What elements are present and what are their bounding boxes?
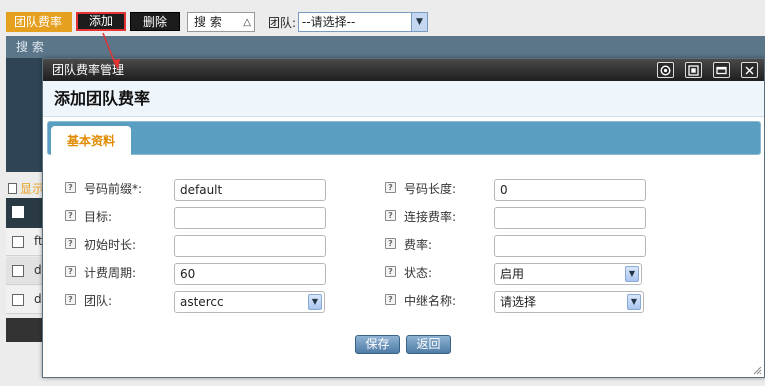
save-button[interactable]: 保存	[355, 335, 400, 354]
team-label: 团队:	[84, 294, 113, 308]
delete-button[interactable]: 删除	[130, 12, 180, 31]
tab-strip: 基本资料	[47, 121, 761, 157]
resize-grip-icon[interactable]	[753, 366, 762, 375]
team-select-value: astercc	[180, 295, 224, 309]
chevron-down-icon[interactable]: ▼	[627, 294, 641, 310]
help-icon[interactable]: ?	[385, 182, 396, 193]
dialog-title: 团队费率管理	[52, 63, 125, 77]
team-filter-value: --请选择--	[302, 15, 356, 29]
add-team-rate-dialog: 团队费率管理 添加团队费率 基本资料 ? 号码前缀*: default ? 号码…	[42, 58, 765, 378]
list-display-link[interactable]: 显示	[8, 180, 44, 197]
close-icon[interactable]	[741, 62, 758, 78]
dialog-titlebar[interactable]: 团队费率管理	[43, 59, 764, 81]
help-icon[interactable]: ?	[65, 182, 76, 193]
page-title: 团队费率	[6, 12, 72, 32]
help-icon[interactable]: ?	[65, 266, 76, 277]
billing-period-input[interactable]: 60	[174, 263, 326, 285]
window-controls	[657, 62, 758, 78]
row-cell: d	[34, 263, 42, 277]
status-select-value: 启用	[500, 267, 525, 281]
row-checkbox[interactable]	[12, 265, 24, 277]
trunk-name-label: 中继名称:	[404, 294, 457, 308]
team-select[interactable]: astercc ▼	[174, 291, 325, 313]
help-icon[interactable]: ?	[65, 294, 76, 305]
settings-icon[interactable]	[657, 62, 674, 78]
search-panel-title: 搜 索	[6, 36, 765, 58]
length-input[interactable]: 0	[494, 179, 646, 201]
select-all-checkbox[interactable]	[12, 206, 24, 218]
chevron-down-icon[interactable]: ▼	[411, 13, 427, 31]
tab-basic-info[interactable]: 基本资料	[51, 126, 131, 157]
back-button[interactable]: 返回	[406, 335, 451, 354]
status-select[interactable]: 启用 ▼	[494, 263, 642, 285]
row-cell: d	[34, 292, 42, 306]
chevron-down-icon[interactable]: ▼	[308, 294, 322, 310]
help-icon[interactable]: ?	[65, 238, 76, 249]
connect-rate-label: 连接费率:	[404, 210, 457, 224]
billing-period-label: 计费周期:	[84, 266, 137, 280]
maximize-icon[interactable]	[685, 62, 702, 78]
row-checkbox[interactable]	[12, 236, 24, 248]
restore-icon[interactable]	[713, 62, 730, 78]
chevron-down-icon[interactable]: ▼	[625, 266, 639, 282]
length-label: 号码长度:	[404, 182, 457, 196]
chevron-up-icon: △	[243, 17, 251, 28]
connect-rate-input[interactable]	[494, 207, 646, 229]
help-icon[interactable]: ?	[385, 210, 396, 221]
rate-input[interactable]	[494, 235, 646, 257]
target-input[interactable]	[174, 207, 326, 229]
help-icon[interactable]: ?	[385, 266, 396, 277]
row-checkbox[interactable]	[12, 294, 24, 306]
status-label: 状态:	[404, 266, 433, 280]
help-icon[interactable]: ?	[385, 294, 396, 305]
search-toggle[interactable]: 搜 索 △	[187, 12, 255, 32]
help-icon[interactable]: ?	[65, 210, 76, 221]
team-filter-select[interactable]: --请选择-- ▼	[298, 12, 428, 32]
target-label: 目标:	[84, 210, 113, 224]
team-filter-label: 团队:	[268, 16, 297, 30]
help-icon[interactable]: ?	[385, 238, 396, 249]
dialog-heading: 添加团队费率	[43, 81, 764, 117]
search-toggle-label: 搜 索	[194, 15, 222, 29]
trunk-name-select-value: 请选择	[500, 295, 537, 309]
rate-label: 费率:	[404, 238, 433, 252]
prefix-input[interactable]: default	[174, 179, 326, 201]
add-button[interactable]: 添加	[76, 12, 126, 31]
document-icon	[8, 183, 17, 194]
initial-duration-input[interactable]	[174, 235, 326, 257]
top-toolbar: 团队费率 添加 删除 搜 索 △ 团队: --请选择-- ▼	[0, 0, 765, 32]
list-display-label: 显示	[20, 182, 45, 196]
prefix-label: 号码前缀*:	[84, 182, 143, 196]
trunk-name-select[interactable]: 请选择 ▼	[494, 291, 644, 313]
initial-duration-label: 初始时长:	[84, 238, 137, 252]
